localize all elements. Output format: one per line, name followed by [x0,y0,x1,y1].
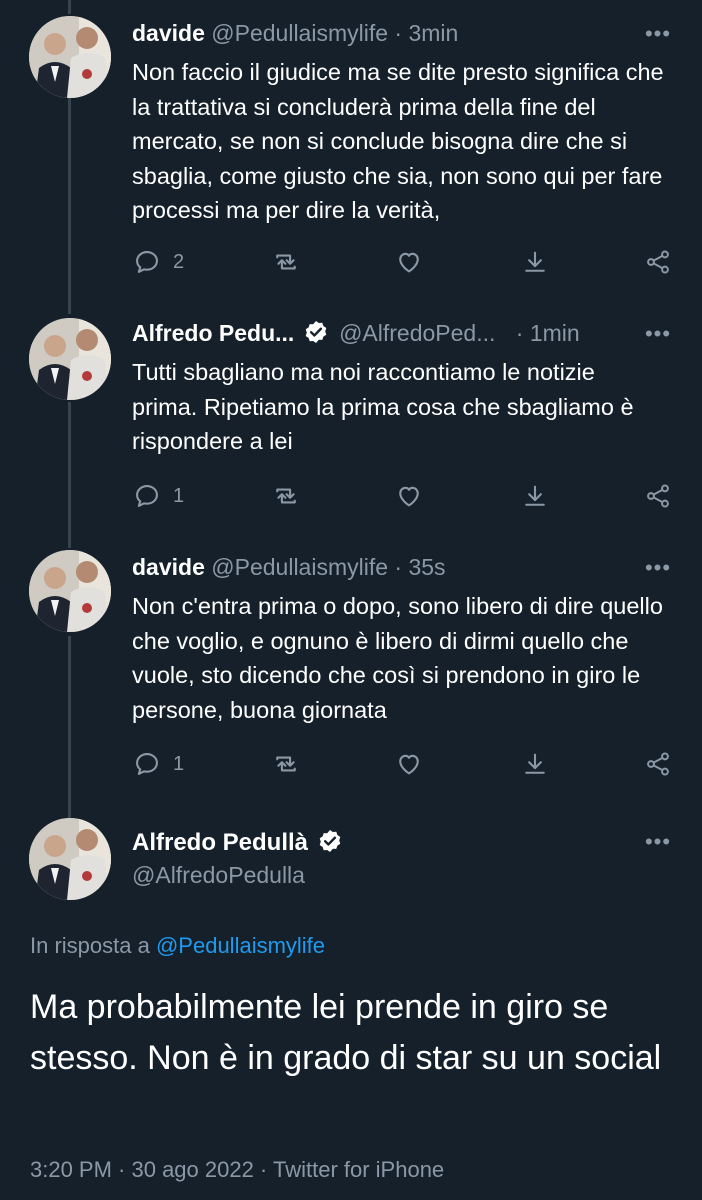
reply-count: 1 [173,484,185,507]
share-button[interactable] [644,744,672,784]
reply-bubble-icon [136,753,158,775]
display-name[interactable]: davide [132,20,205,46]
tweet-text: Non faccio il giudice ma se dite presto … [132,59,664,223]
reply-handle-link[interactable]: @Pedullaismylife [156,933,325,958]
retweet-icon [276,254,296,270]
tweet[interactable]: davide @Pedullaismylife · 3min ••• Non f… [0,0,702,300]
bookmark-button[interactable] [521,744,549,784]
avatar-image [29,318,111,400]
heart-icon [399,486,419,507]
user-handle[interactable]: @AlfredoPed... [339,320,495,346]
avatar[interactable] [29,818,111,900]
share-nodes-icon [647,752,669,776]
avatar-image [29,818,111,900]
heart-icon [399,252,419,273]
reply-button[interactable]: 2 [133,242,184,282]
display-name[interactable]: Alfredo Pedu... [132,320,294,346]
like-button[interactable] [395,242,423,282]
reply-button[interactable]: 1 [133,476,184,516]
user-handle[interactable]: @Pedullaismylife [211,554,388,580]
tweet[interactable]: Alfredo Pedu... @AlfredoPed... · 1min ••… [0,300,702,536]
like-button[interactable] [395,744,423,784]
bookmark-button[interactable] [521,242,549,282]
tweet-actions: 1 [0,744,702,784]
tweet-header: Alfredo Pedu... @AlfredoPed... · 1min [132,316,622,350]
avatar-image [29,16,111,98]
retweet-button[interactable] [272,242,300,282]
retweet-button[interactable] [272,476,300,516]
separator-dot: · [394,20,403,46]
tweet-header: davide @Pedullaismylife · 35s [132,550,622,584]
heart-icon [399,754,419,775]
avatar[interactable] [29,16,111,98]
more-horizontal-icon[interactable]: ••• [644,23,672,52]
display-name[interactable]: Alfredo Pedullà [132,829,308,856]
separator-dot: · [394,554,403,580]
tweet-text: Non c'entra prima o dopo, sono libero di… [132,593,663,723]
user-handle[interactable]: @Pedullaismylife [211,20,388,46]
share-button[interactable] [644,476,672,516]
download-arrow-icon [525,753,545,774]
timestamp[interactable]: 35s [408,554,445,580]
retweet-button[interactable] [272,744,300,784]
avatar-image [29,550,111,632]
timestamp[interactable]: 1min [530,320,580,346]
download-arrow-icon [525,485,545,506]
like-button[interactable] [395,476,423,516]
display-name[interactable]: davide [132,554,205,580]
avatar[interactable] [29,318,111,400]
reply-bubble-icon [136,485,158,507]
share-button[interactable] [644,242,672,282]
main-tweet-text: Ma probabilmente lei prende in giro se s… [30,988,662,1077]
tweet-header: davide @Pedullaismylife · 3min [132,16,622,50]
user-handle[interactable]: @AlfredoPedulla [132,858,305,892]
reply-bubble-icon [136,251,158,273]
share-nodes-icon [647,250,669,274]
download-arrow-icon [525,251,545,272]
more-horizontal-icon[interactable]: ••• [644,557,672,586]
avatar[interactable] [29,550,111,632]
retweet-icon [276,756,296,772]
separator-dot: · [515,320,524,346]
more-horizontal-icon[interactable]: ••• [644,323,672,352]
more-horizontal-icon[interactable]: ••• [644,831,672,860]
retweet-icon [276,488,296,504]
tweet-actions: 1 [0,476,702,516]
tweet[interactable]: davide @Pedullaismylife · 35s ••• Non c'… [0,536,702,806]
reply-count: 1 [173,752,185,775]
verified-badge-icon [317,828,343,864]
tweet-text: Tutti sbagliano ma noi raccontiamo le no… [132,359,634,454]
tweet-meta: 3:20 PM · 30 ago 2022 · Twitter for iPho… [30,1157,445,1182]
reply-context: In risposta a @Pedullaismylife [30,930,325,962]
tweet-actions: 2 [0,242,702,282]
verified-badge-icon [303,319,329,350]
timestamp[interactable]: 3min [408,20,458,46]
main-tweet: Alfredo Pedullà @AlfredoPedulla ••• In r… [0,806,702,1200]
reply-button[interactable]: 1 [133,744,184,784]
share-nodes-icon [647,484,669,508]
bookmark-button[interactable] [521,476,549,516]
reply-count: 2 [173,250,185,273]
reply-prefix: In risposta a [30,933,150,958]
